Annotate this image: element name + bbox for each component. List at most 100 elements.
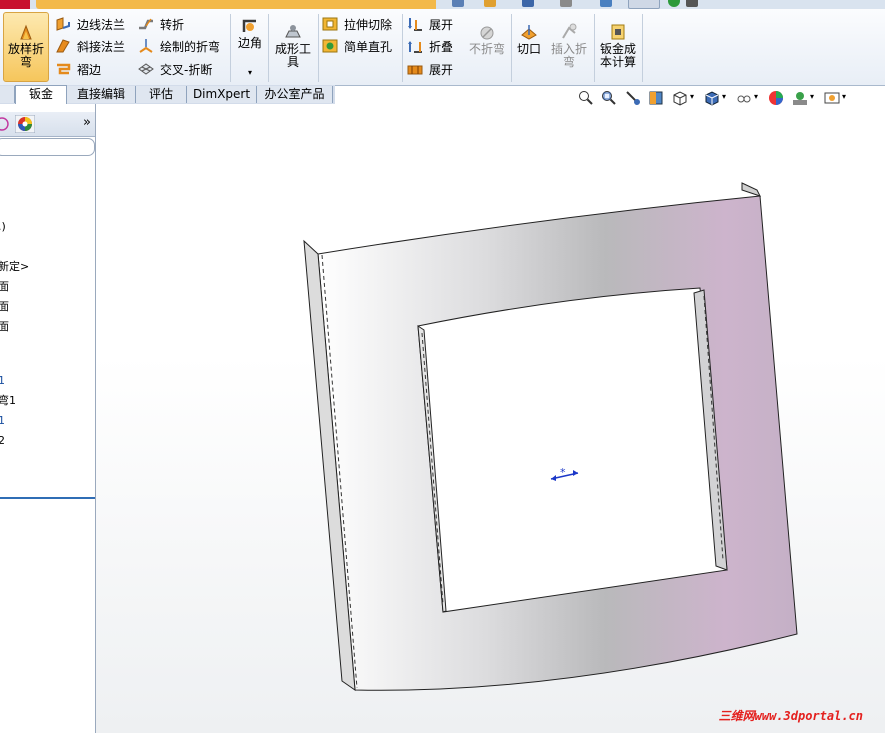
hem-button[interactable]: 褶边 — [55, 60, 101, 80]
jog-icon — [139, 18, 153, 30]
tab-dimxpert[interactable]: DimXpert — [187, 86, 257, 103]
right-flange[interactable] — [741, 182, 761, 197]
apply-scene-icon[interactable] — [792, 90, 808, 106]
chevron-down-icon[interactable]: ▾ — [722, 92, 726, 101]
tree-item[interactable]: 2 — [0, 434, 5, 448]
tab-hidden[interactable] — [0, 86, 15, 103]
insert-bends-icon — [562, 23, 577, 39]
jog-label: 转折 — [160, 18, 185, 32]
forming-tool-button[interactable]: 成形工 具 — [272, 23, 314, 79]
fold-label: 折叠 — [429, 40, 454, 54]
simple-hole-button[interactable]: 简单直孔 — [322, 37, 392, 57]
hide-show-items-icon[interactable] — [736, 90, 752, 106]
tree-item[interactable]: 1 — [0, 414, 5, 428]
flatten-label: 展开 — [429, 63, 454, 77]
unfold-icon — [408, 18, 422, 31]
view-settings-icon[interactable] — [824, 90, 840, 106]
forming-tool-label: 成形工 具 — [274, 42, 311, 69]
edge-flange-icon — [56, 17, 70, 31]
tree-item[interactable]: 新定> — [0, 260, 29, 274]
sheet-metal-cost-button[interactable]: 钣金成 本计算 — [597, 23, 639, 69]
watermark: 三维网www.3dportal.cn — [718, 709, 863, 723]
save-icon[interactable] — [522, 0, 534, 7]
cutout-opening — [417, 287, 728, 613]
extruded-cut-button[interactable]: 拉伸切除 — [322, 15, 392, 35]
rip-icon — [521, 25, 537, 40]
separator — [402, 14, 403, 82]
chevron-down-icon[interactable]: ▾ — [234, 66, 266, 79]
select-icon[interactable] — [628, 0, 660, 9]
tab-evaluate[interactable]: 评估 — [136, 86, 187, 103]
extruded-cut-label: 拉伸切除 — [344, 18, 393, 32]
cross-break-icon — [138, 63, 154, 75]
previous-view-icon[interactable] — [625, 90, 641, 106]
zoom-area-icon[interactable] — [601, 90, 617, 106]
tab-sheet-metal[interactable]: 钣金 — [15, 85, 67, 105]
chevron-down-icon[interactable]: ▾ — [754, 92, 758, 101]
rebuild-icon[interactable] — [668, 0, 680, 7]
tree-item[interactable]: 面 — [0, 300, 9, 314]
display-style-icon[interactable] — [704, 90, 720, 106]
tree-item[interactable]: 面 — [0, 320, 9, 334]
hem-label: 褶边 — [77, 63, 102, 77]
property-manager-icon[interactable] — [0, 116, 10, 132]
open-icon[interactable] — [484, 0, 496, 7]
menu-bar[interactable] — [36, 0, 436, 9]
tree-item[interactable]: 1 — [0, 374, 5, 388]
chevron-down-icon[interactable]: ▾ — [690, 92, 694, 101]
edge-flange-button[interactable]: 边线法兰 — [55, 15, 125, 35]
fold-button[interactable]: 折叠 — [407, 37, 453, 57]
edge-flange-label: 边线法兰 — [77, 18, 126, 32]
separator — [268, 14, 269, 82]
lofted-bend-icon — [20, 24, 32, 40]
filter-input[interactable] — [0, 138, 95, 156]
sketched-bend-button[interactable]: 绘制的折弯 — [138, 37, 220, 57]
lofted-bend-button[interactable]: 放样折 弯 — [3, 12, 49, 82]
fold-icon — [408, 41, 422, 53]
unfold-button[interactable]: 展开 — [407, 15, 453, 35]
corners-label: 边角 — [237, 36, 262, 50]
sketched-bend-label: 绘制的折弯 — [160, 40, 221, 54]
panel-divider — [0, 497, 95, 499]
display-manager-icon[interactable] — [15, 115, 35, 133]
tree-item[interactable]: 弯1 — [0, 394, 16, 408]
graphics-area[interactable]: * — [96, 104, 885, 733]
rip-button[interactable]: 切口 — [514, 23, 544, 56]
insert-bends-label: 插入折 弯 — [550, 42, 587, 69]
insert-bends-button[interactable]: 插入折 弯 — [548, 23, 590, 69]
edit-appearance-icon[interactable] — [768, 90, 784, 106]
zoom-to-fit-icon[interactable] — [578, 90, 594, 106]
undo-icon[interactable] — [600, 0, 612, 7]
sheet-metal-part[interactable]: * — [96, 104, 885, 733]
cross-break-button[interactable]: 交叉-折断 — [138, 60, 212, 80]
tree-item[interactable]: .) — [0, 220, 6, 234]
no-bends-icon — [480, 26, 494, 40]
jog-button[interactable]: 转折 — [138, 15, 184, 35]
sheet-metal-cost-label: 钣金成 本计算 — [599, 42, 636, 69]
no-bends-button[interactable]: 不折弯 — [466, 25, 508, 56]
new-doc-icon[interactable] — [452, 0, 464, 7]
sheet-metal-cost-icon — [611, 24, 625, 40]
lofted-bend-label: 放样折 弯 — [7, 42, 44, 69]
options-icon[interactable] — [686, 0, 698, 7]
corners-button[interactable]: 边角 ▾ — [234, 17, 266, 81]
separator — [230, 14, 231, 82]
print-icon[interactable] — [560, 0, 572, 7]
command-manager-tabs: 钣金 直接编辑 评估 DimXpert 办公室产品 — [0, 85, 335, 105]
miter-flange-label: 斜接法兰 — [77, 40, 126, 54]
collapse-panel-icon[interactable]: » — [83, 115, 91, 130]
chevron-down-icon[interactable]: ▾ — [810, 92, 814, 101]
simple-hole-icon — [322, 39, 338, 53]
corners-icon — [242, 19, 256, 32]
view-orientation-icon[interactable] — [672, 90, 688, 106]
tree-item[interactable]: 面 — [0, 280, 9, 294]
tab-direct-editing[interactable]: 直接编辑 — [67, 86, 136, 103]
flatten-button[interactable]: 展开 — [407, 60, 453, 80]
tab-office-products[interactable]: 办公室产品 — [257, 86, 333, 103]
miter-flange-icon — [56, 39, 70, 53]
separator — [642, 14, 643, 82]
chevron-down-icon[interactable]: ▾ — [842, 92, 846, 101]
section-view-icon[interactable] — [648, 90, 664, 106]
hem-icon — [57, 63, 71, 75]
miter-flange-button[interactable]: 斜接法兰 — [55, 37, 125, 57]
